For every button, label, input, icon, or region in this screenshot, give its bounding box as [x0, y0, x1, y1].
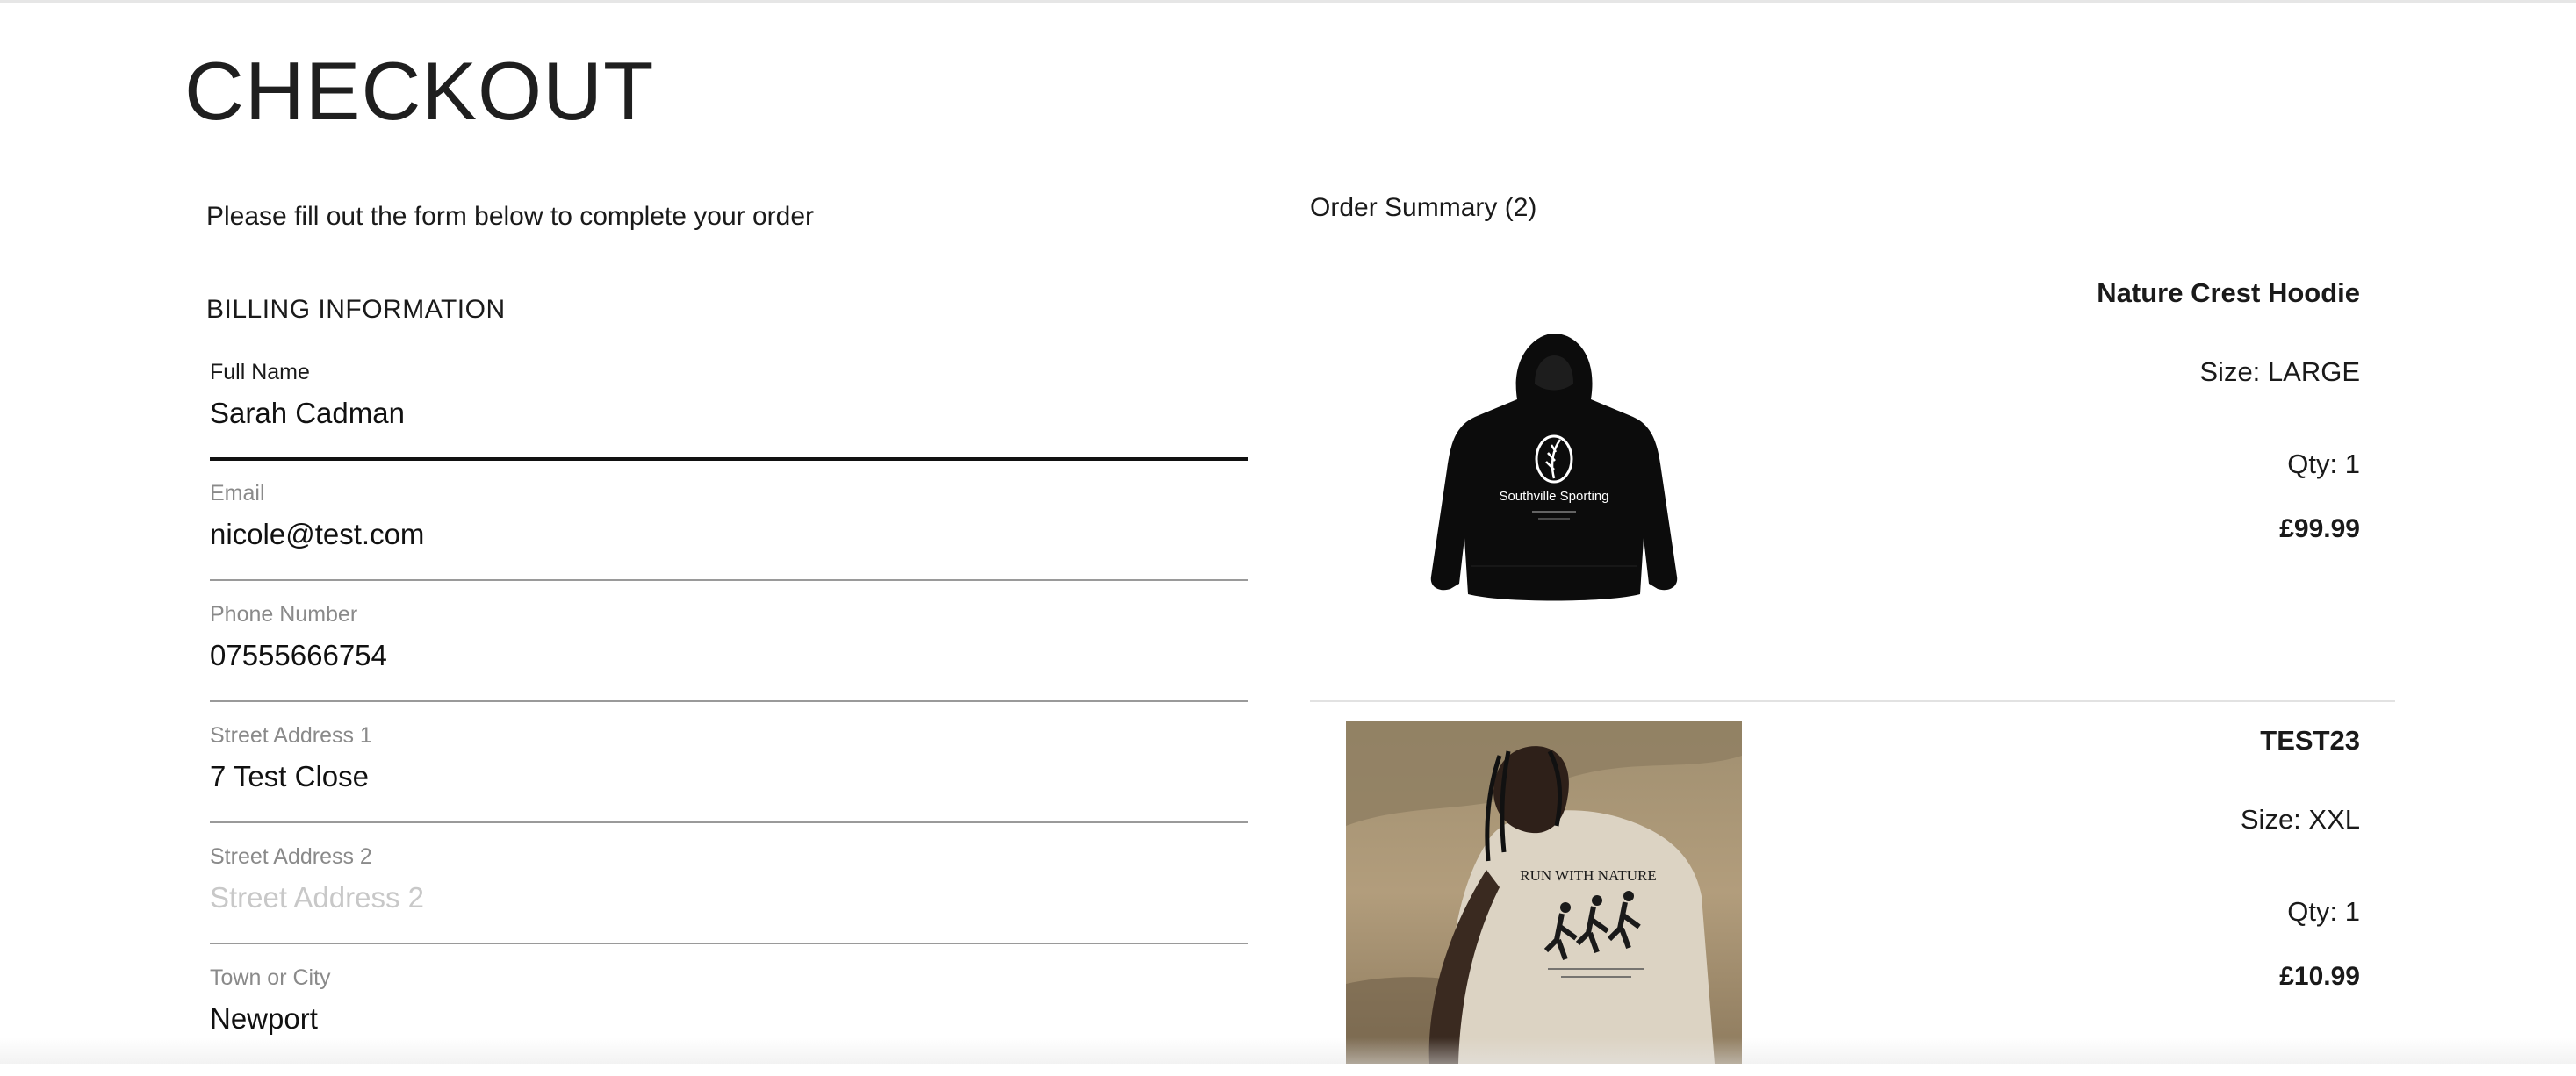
street-address-1-input[interactable]	[210, 755, 1248, 799]
town-city-input[interactable]	[210, 997, 1248, 1041]
top-border	[0, 0, 2576, 3]
phone-label: Phone Number	[210, 602, 358, 627]
street-address-1-field: Street Address 1	[210, 713, 1248, 834]
email-input[interactable]	[210, 513, 1248, 556]
item-price: £10.99	[2279, 962, 2360, 991]
order-summary-title: Order Summary (2)	[1310, 193, 1537, 222]
phone-input[interactable]	[210, 634, 1248, 678]
email-label: Email	[210, 481, 265, 506]
checkout-instructions: Please fill out the form below to comple…	[206, 202, 815, 231]
town-city-label: Town or City	[210, 965, 331, 990]
item-name[interactable]: TEST23	[2260, 725, 2360, 757]
street-address-2-field: Street Address 2	[210, 834, 1248, 955]
phone-underline	[210, 700, 1248, 702]
tshirt-print-text: RUN WITH NATURE	[1520, 867, 1657, 884]
item-price: £99.99	[2279, 514, 2360, 543]
street-address-1-label: Street Address 1	[210, 723, 372, 748]
item-divider	[1310, 700, 2395, 702]
email-field: Email	[210, 470, 1248, 592]
page-title: CHECKOUT	[184, 45, 655, 137]
full-name-input[interactable]	[210, 391, 1248, 435]
full-name-label: Full Name	[210, 360, 310, 384]
full-name-field: Full Name	[210, 349, 1248, 470]
hoodie-product-image[interactable]: Southville Sporting	[1422, 329, 1686, 610]
full-name-underline	[210, 457, 1248, 461]
email-underline	[210, 579, 1248, 581]
tshirt-model-product-image[interactable]: RUN WITH NATURE	[1346, 721, 1742, 1064]
item-name[interactable]: Nature Crest Hoodie	[2097, 277, 2360, 309]
billing-section-title: BILLING INFORMATION	[206, 295, 506, 324]
street-address-1-underline	[210, 821, 1248, 823]
item-size: Size: XXL	[2240, 804, 2360, 835]
item-size: Size: LARGE	[2199, 356, 2360, 387]
phone-field: Phone Number	[210, 592, 1248, 713]
street-address-2-underline	[210, 943, 1248, 944]
street-address-2-input[interactable]	[210, 876, 1248, 920]
item-quantity: Qty: 1	[2287, 896, 2360, 927]
street-address-2-label: Street Address 2	[210, 844, 372, 869]
hoodie-print-text: Southville Sporting	[1499, 489, 1608, 504]
item-quantity: Qty: 1	[2287, 448, 2360, 479]
town-city-field: Town or City	[210, 955, 1248, 1076]
